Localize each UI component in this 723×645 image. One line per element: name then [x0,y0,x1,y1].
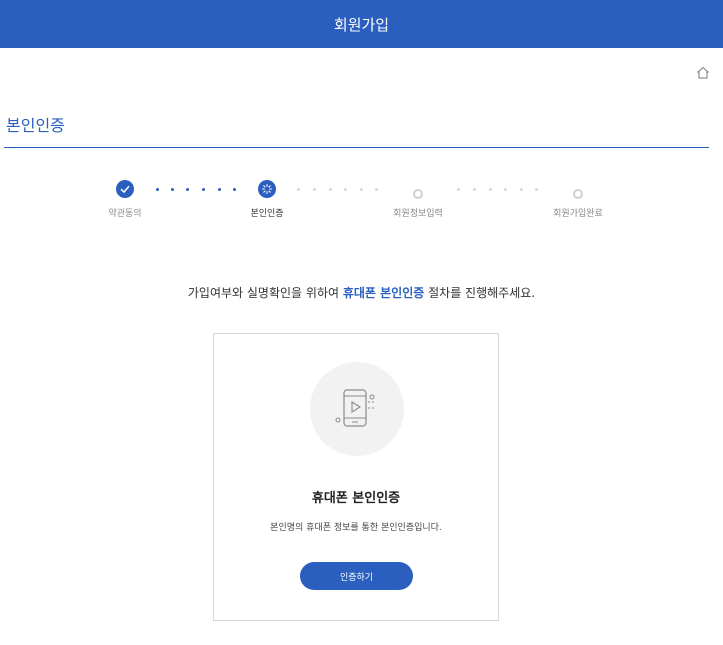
progress-dot [329,188,332,191]
progress-dot [520,188,523,191]
progress-dot [457,188,460,191]
step-1-check-icon [116,180,134,202]
progress-dot [375,188,378,191]
intro-text-before: 가입여부와 실명확인을 위하여 [187,286,343,300]
progress-dot [504,188,507,191]
section-title: 본인인증 [6,116,65,135]
step-3-pending-icon [413,184,423,203]
progress-dot [313,188,316,191]
progress-dot [360,188,363,191]
progress-dot [297,188,300,191]
top-header-bar: 회원가입 [0,0,723,48]
progress-dot [233,188,236,191]
step-4-label: 회원가입완료 [553,209,603,219]
step-2-loading-spinner-icon [258,180,276,202]
intro-message: 가입여부와 실명확인을 위하여 휴대폰 본인인증 절차를 진행해주세요. [0,284,723,301]
progress-dot [202,188,205,191]
intro-highlight: 휴대폰 본인인증 [342,286,425,300]
signup-stepper: 약관동의 본인인증 회원정보입력 회원가입완료 [0,176,723,226]
home-button[interactable] [693,62,713,82]
home-icon [697,66,709,78]
step-3-label: 회원정보입력 [393,209,443,219]
progress-dot [186,188,189,191]
mobile-phone-icon [335,389,376,427]
page-header-title: 회원가입 [333,15,390,34]
progress-dot [156,188,159,191]
step-4-pending-icon [573,184,583,203]
section-divider [4,147,709,148]
phone-verification-card: 휴대폰 본인인증 본인명의 휴대폰 정보를 통한 본인인증입니다. 인증하기 [213,333,499,621]
progress-dot [535,188,538,191]
progress-dot [473,188,476,191]
step-2-label: 본인인증 [250,209,284,219]
card-description: 본인명의 휴대폰 정보를 통한 본인인증입니다. [270,523,442,533]
step-1-label: 약관동의 [108,209,142,219]
verify-button[interactable]: 인증하기 [300,562,413,590]
card-icon-circle [310,362,404,456]
card-title: 휴대폰 본인인증 [311,491,401,506]
progress-dot [218,188,221,191]
progress-dot [171,188,174,191]
progress-dot [344,188,347,191]
intro-text-after: 절차를 진행해주세요. [424,286,536,300]
progress-dot [489,188,492,191]
